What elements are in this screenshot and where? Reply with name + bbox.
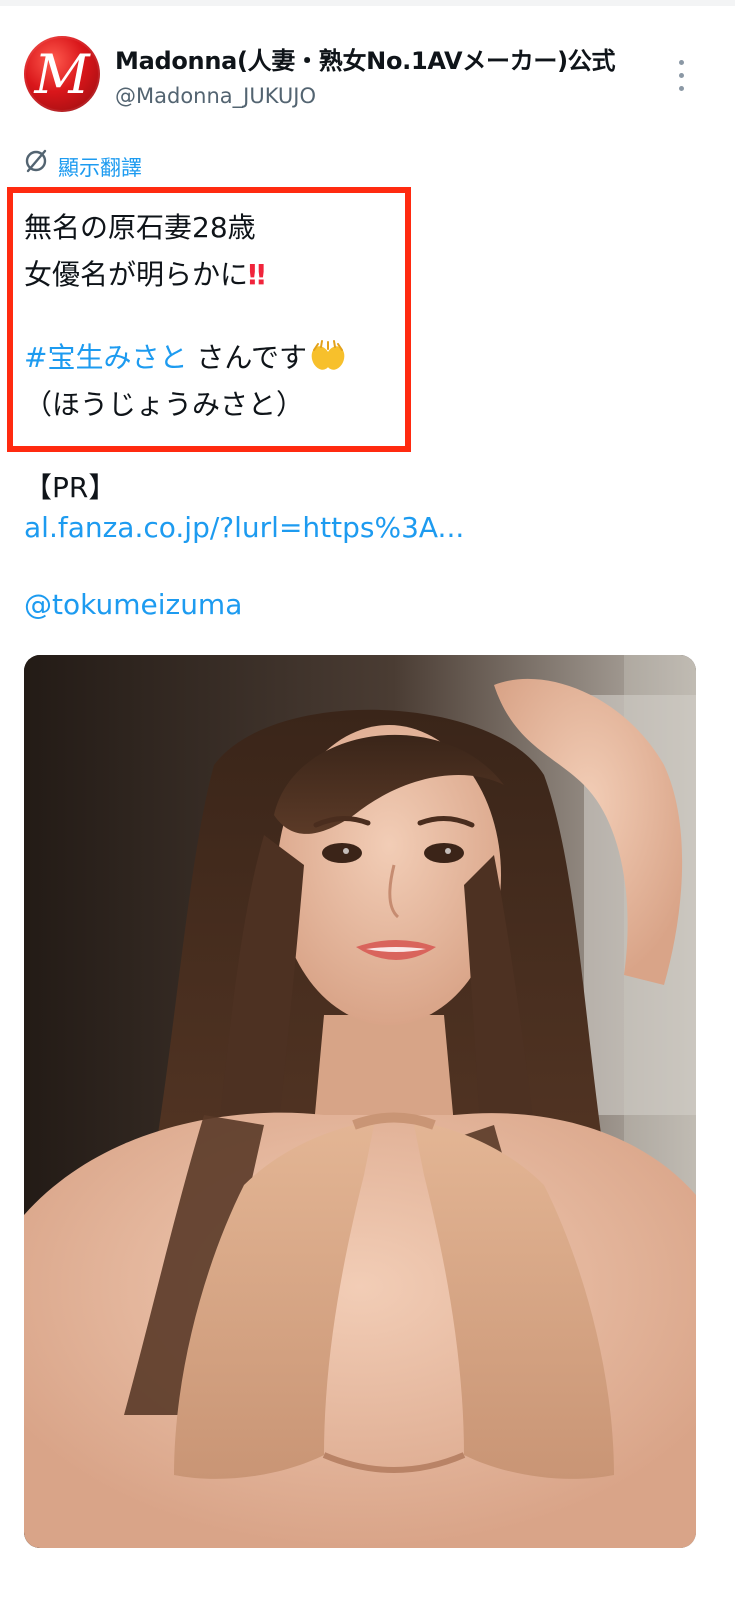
mention-link[interactable]: @tokumeizuma [24,585,242,625]
double-exclamation-emoji: ‼ [248,258,265,291]
promo-url-link[interactable]: al.fanza.co.jp/?lurl=https%3A... [24,508,464,548]
tweet-text-line-1: 無名の原石妻28歳 [24,211,256,244]
top-divider [0,0,735,6]
tweet-text-line-2-text: 女優名が明らかに [24,258,249,291]
tweet-text-line-4: （ほうじょうみさと） [24,388,305,421]
pr-label: 【PR】 [24,471,117,504]
tweet-header: M Madonna(人妻・熟女No.1AVメーカー)公式 @Madonna_JU… [24,36,714,116]
more-vertical-icon[interactable] [672,58,692,94]
show-translation-label: 顯示翻譯 [58,156,142,180]
avatar-monogram: M [34,43,90,106]
avatar[interactable]: M [24,36,100,112]
display-name[interactable]: Madonna(人妻・熟女No.1AVメーカー)公式 [115,41,615,76]
tweet-photo[interactable] [24,655,696,1548]
tweet-text-line-2: 女優名が明らかに‼ [24,255,265,295]
raising-hands-emoji [309,338,347,372]
translate-icon [25,149,47,173]
hashtag-link[interactable]: #宝生みさと [24,341,187,374]
tweet-text-line-3-rest: さんです [187,341,307,374]
tweet-photo-illustration [24,655,696,1548]
tweet-text-line-3: #宝生みさと さんです [24,338,347,378]
user-handle[interactable]: @Madonna_JUKUJO [115,84,316,108]
